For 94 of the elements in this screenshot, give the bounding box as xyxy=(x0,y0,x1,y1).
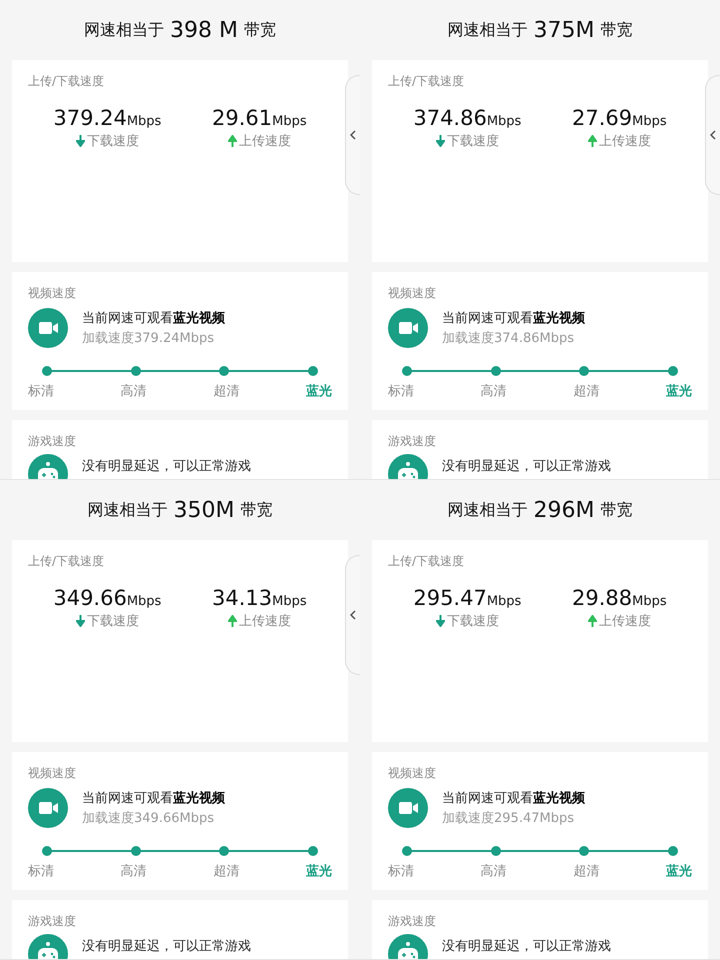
download-speed-value: 349.66 xyxy=(53,586,127,610)
speed-label: 上传速度 xyxy=(238,133,291,150)
card-label: 上传/下载速度 xyxy=(28,73,104,90)
game-headline: 没有明显延迟，可以正常游戏 xyxy=(442,938,611,955)
card-label: 视频速度 xyxy=(388,285,436,302)
game-headline: 没有明显延迟，可以正常游戏 xyxy=(442,458,611,475)
quality-option[interactable]: 标清 xyxy=(388,382,414,400)
title-unit: 带宽 xyxy=(244,20,276,40)
video-headline: 当前网速可观看蓝光视频 xyxy=(82,310,225,327)
speed-label: 上传速度 xyxy=(598,133,651,150)
speed-label: 下载速度 xyxy=(446,133,499,150)
upload-speed-value: 29.61 xyxy=(212,106,272,130)
upload-speed-value: 27.69 xyxy=(572,106,632,130)
title-text: 网速相当于 xyxy=(448,500,528,520)
load-speed: 加载速度349.66Mbps xyxy=(82,810,214,827)
video-headline: 当前网速可观看蓝光视频 xyxy=(82,790,225,807)
video-headline: 当前网速可观看蓝光视频 xyxy=(442,310,585,327)
speed-unit: Mbps xyxy=(126,114,162,129)
video-camera-icon xyxy=(28,788,68,828)
quality-option[interactable]: 标清 xyxy=(28,862,54,880)
quality-option[interactable]: 蓝光 xyxy=(306,382,332,400)
up-arrow-icon xyxy=(588,615,597,627)
quality-option[interactable]: 蓝光 xyxy=(666,862,692,880)
speed-label: 下载速度 xyxy=(86,133,139,150)
up-arrow-icon xyxy=(588,135,597,147)
download-speed-value: 295.47 xyxy=(413,586,487,610)
speed-label: 上传速度 xyxy=(238,613,291,630)
quality-option[interactable]: 蓝光 xyxy=(666,382,692,400)
quality-option[interactable]: 标清 xyxy=(388,862,414,880)
quality-option[interactable]: 超清 xyxy=(573,862,600,880)
down-arrow-icon xyxy=(76,615,85,627)
quality-option[interactable]: 超清 xyxy=(573,382,600,400)
chevron-left-icon xyxy=(350,130,356,140)
side-drawer-handle[interactable] xyxy=(705,75,720,195)
down-arrow-icon xyxy=(436,135,445,147)
speed-unit: Mbps xyxy=(632,114,667,129)
bandwidth-value: 296M xyxy=(534,498,594,522)
speed-unit: Mbps xyxy=(126,594,162,609)
bandwidth-value: 398 M xyxy=(170,18,238,42)
card-label: 视频速度 xyxy=(28,765,76,782)
card-label: 视频速度 xyxy=(388,765,436,782)
speed-unit: Mbps xyxy=(486,594,522,609)
quality-option[interactable]: 超清 xyxy=(213,862,240,880)
download-speed-value: 374.86 xyxy=(413,106,487,130)
game-headline: 没有明显延迟，可以正常游戏 xyxy=(82,938,251,955)
title-unit: 带宽 xyxy=(600,500,632,520)
card-label: 游戏速度 xyxy=(28,433,76,450)
up-arrow-icon xyxy=(228,135,237,147)
card-label: 上传/下载速度 xyxy=(388,73,464,90)
bandwidth-value: 350M xyxy=(174,498,234,522)
title-text: 网速相当于 xyxy=(84,20,164,40)
speed-label: 下载速度 xyxy=(446,613,499,630)
card-label: 游戏速度 xyxy=(388,433,436,450)
side-drawer-handle[interactable] xyxy=(345,555,360,675)
bandwidth-value: 375M xyxy=(534,18,594,42)
quality-option[interactable]: 高清 xyxy=(480,382,507,400)
down-arrow-icon xyxy=(76,135,85,147)
load-speed: 加载速度295.47Mbps xyxy=(442,810,574,827)
card-label: 上传/下载速度 xyxy=(388,553,464,570)
up-arrow-icon xyxy=(228,615,237,627)
speed-unit: Mbps xyxy=(486,114,522,129)
video-camera-icon xyxy=(28,308,68,348)
quality-option[interactable]: 蓝光 xyxy=(306,862,332,880)
upload-speed-value: 34.13 xyxy=(212,586,272,610)
quality-option[interactable]: 标清 xyxy=(28,382,54,400)
upload-speed-value: 29.88 xyxy=(572,586,632,610)
quality-option[interactable]: 高清 xyxy=(480,862,507,880)
card-label: 游戏速度 xyxy=(388,913,436,930)
title-text: 网速相当于 xyxy=(88,500,168,520)
chevron-left-icon xyxy=(710,130,716,140)
video-camera-icon xyxy=(388,308,428,348)
video-headline: 当前网速可观看蓝光视频 xyxy=(442,790,585,807)
title-unit: 带宽 xyxy=(240,500,272,520)
load-speed: 加载速度379.24Mbps xyxy=(82,330,214,347)
speed-label: 下载速度 xyxy=(86,613,139,630)
speed-label: 上传速度 xyxy=(598,613,651,630)
video-camera-icon xyxy=(388,788,428,828)
speed-unit: Mbps xyxy=(272,594,307,609)
game-headline: 没有明显延迟，可以正常游戏 xyxy=(82,458,251,475)
title-unit: 带宽 xyxy=(600,20,632,40)
card-label: 上传/下载速度 xyxy=(28,553,104,570)
speed-unit: Mbps xyxy=(632,594,667,609)
side-drawer-handle[interactable] xyxy=(345,75,360,195)
down-arrow-icon xyxy=(436,615,445,627)
download-speed-value: 379.24 xyxy=(53,106,127,130)
card-label: 视频速度 xyxy=(28,285,76,302)
quality-option[interactable]: 高清 xyxy=(120,382,147,400)
chevron-left-icon xyxy=(350,610,356,620)
quality-option[interactable]: 超清 xyxy=(213,382,240,400)
card-label: 游戏速度 xyxy=(28,913,76,930)
quality-option[interactable]: 高清 xyxy=(120,862,147,880)
title-text: 网速相当于 xyxy=(448,20,528,40)
load-speed: 加载速度374.86Mbps xyxy=(442,330,574,347)
speed-unit: Mbps xyxy=(272,114,307,129)
